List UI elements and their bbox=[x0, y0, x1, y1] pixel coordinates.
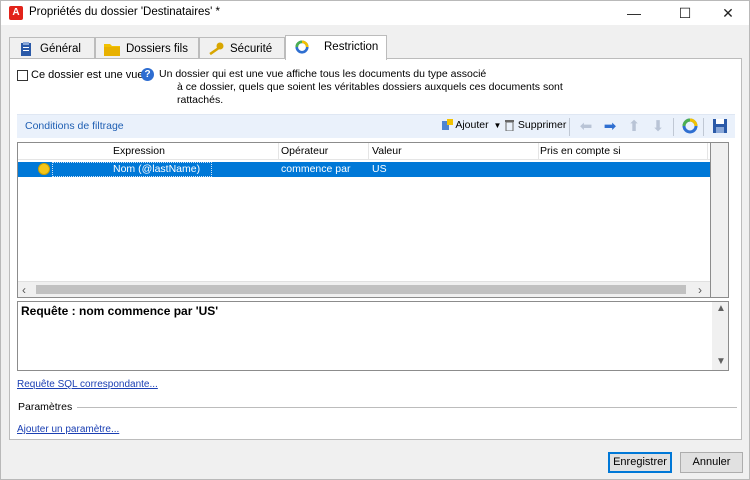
table-row[interactable]: Nom (@lastName) commence par US bbox=[18, 162, 710, 177]
column-header-value[interactable]: Valeur bbox=[372, 145, 402, 157]
tab-general[interactable]: Général bbox=[9, 37, 95, 59]
tab-label: Sécurité bbox=[230, 43, 273, 55]
save-button[interactable]: Enregistrer bbox=[608, 452, 672, 473]
column-divider[interactable] bbox=[538, 143, 539, 160]
delete-label: Supprimer bbox=[517, 119, 567, 131]
scroll-down-icon[interactable]: ▼ bbox=[716, 356, 726, 367]
scrollbar-thumb[interactable] bbox=[36, 285, 686, 294]
trash-icon bbox=[505, 120, 514, 132]
query-preview: Requête : nom commence par 'US' ▲ ▼ bbox=[17, 301, 729, 371]
minimize-button[interactable]: — bbox=[611, 1, 657, 25]
delete-condition-button[interactable]: Supprimer bbox=[504, 119, 567, 132]
add-label: Ajouter bbox=[455, 119, 489, 131]
cell-expression[interactable]: Nom (@lastName) bbox=[113, 163, 200, 175]
tab-label: Général bbox=[40, 43, 81, 55]
add-icon bbox=[442, 119, 453, 131]
properties-dialog: A Propriétés du dossier 'Destinataires' … bbox=[0, 0, 750, 480]
toolbar-separator bbox=[673, 118, 674, 136]
column-divider[interactable] bbox=[278, 143, 279, 160]
title-bar: A Propriétés du dossier 'Destinataires' … bbox=[1, 1, 749, 25]
tab-restriction[interactable]: Restriction bbox=[285, 35, 387, 60]
cell-value[interactable]: US bbox=[372, 163, 387, 175]
info-line-2: à ce dossier, quels que soient les vérit… bbox=[177, 81, 563, 106]
info-icon: ? bbox=[141, 68, 154, 81]
close-button[interactable]: ✕ bbox=[705, 1, 750, 25]
column-header-operator[interactable]: Opérateur bbox=[281, 145, 328, 157]
add-condition-button[interactable]: Ajouter ▼ bbox=[441, 119, 501, 131]
toolbar-separator bbox=[569, 118, 570, 136]
view-info-text: Un dossier qui est une vue affiche tous … bbox=[159, 68, 579, 107]
arrow-down-icon[interactable]: ⬇ bbox=[649, 118, 667, 136]
arrow-left-icon[interactable]: ⬅ bbox=[577, 118, 595, 136]
sql-query-link[interactable]: Requête SQL correspondante... bbox=[17, 379, 158, 390]
horizontal-scrollbar[interactable]: ‹ › bbox=[18, 281, 710, 297]
cell-operator[interactable]: commence par bbox=[281, 163, 350, 175]
tab-security[interactable]: Sécurité bbox=[199, 37, 285, 59]
arrow-right-icon[interactable]: ➡ bbox=[601, 118, 619, 136]
window-title: Propriétés du dossier 'Destinataires' * bbox=[29, 6, 221, 18]
tab-subfolders[interactable]: Dossiers fils bbox=[95, 37, 199, 59]
condition-status-icon bbox=[38, 163, 50, 175]
column-header-condition[interactable]: Pris en compte si bbox=[540, 145, 621, 157]
scroll-left-icon[interactable]: ‹ bbox=[22, 283, 26, 297]
maximize-button[interactable]: ☐ bbox=[662, 1, 708, 25]
parameters-divider bbox=[77, 407, 737, 408]
column-divider[interactable] bbox=[368, 143, 369, 160]
scroll-up-icon[interactable]: ▲ bbox=[716, 303, 726, 314]
restriction-icon bbox=[295, 40, 309, 54]
filter-toolbar: Conditions de filtrage Ajouter ▼ Supprim… bbox=[17, 114, 735, 138]
conditions-grid: Expression Opérateur Valeur Pris en comp… bbox=[17, 142, 711, 298]
column-divider[interactable] bbox=[707, 143, 708, 160]
tab-label: Restriction bbox=[324, 41, 379, 53]
view-checkbox-label[interactable]: Ce dossier est une vue bbox=[31, 69, 144, 81]
restriction-icon[interactable] bbox=[681, 118, 699, 136]
query-text: Requête : nom commence par 'US' bbox=[21, 304, 219, 318]
save-icon[interactable] bbox=[711, 118, 729, 136]
adobe-app-icon: A bbox=[9, 6, 23, 20]
arrow-up-icon[interactable]: ⬆ bbox=[625, 118, 643, 136]
filter-conditions-title: Conditions de filtrage bbox=[25, 120, 124, 132]
tab-label: Dossiers fils bbox=[126, 43, 188, 55]
grid-header: Expression Opérateur Valeur Pris en comp… bbox=[18, 143, 710, 160]
add-parameter-link[interactable]: Ajouter un paramètre... bbox=[17, 424, 119, 435]
vertical-scrollbar[interactable] bbox=[711, 142, 729, 298]
view-checkbox[interactable] bbox=[17, 70, 28, 81]
key-icon bbox=[209, 42, 224, 56]
toolbar-separator bbox=[703, 118, 704, 136]
cancel-button[interactable]: Annuler bbox=[680, 452, 743, 473]
clipboard-icon bbox=[21, 42, 31, 56]
chevron-down-icon[interactable]: ▼ bbox=[494, 121, 502, 130]
parameters-section-label: Paramètres bbox=[18, 401, 73, 413]
scroll-right-icon[interactable]: › bbox=[698, 283, 702, 297]
folder-icon bbox=[104, 44, 120, 56]
column-header-expression[interactable]: Expression bbox=[113, 145, 165, 157]
info-line-1: Un dossier qui est une vue affiche tous … bbox=[159, 68, 487, 80]
query-vertical-scrollbar[interactable]: ▲ ▼ bbox=[712, 302, 728, 370]
